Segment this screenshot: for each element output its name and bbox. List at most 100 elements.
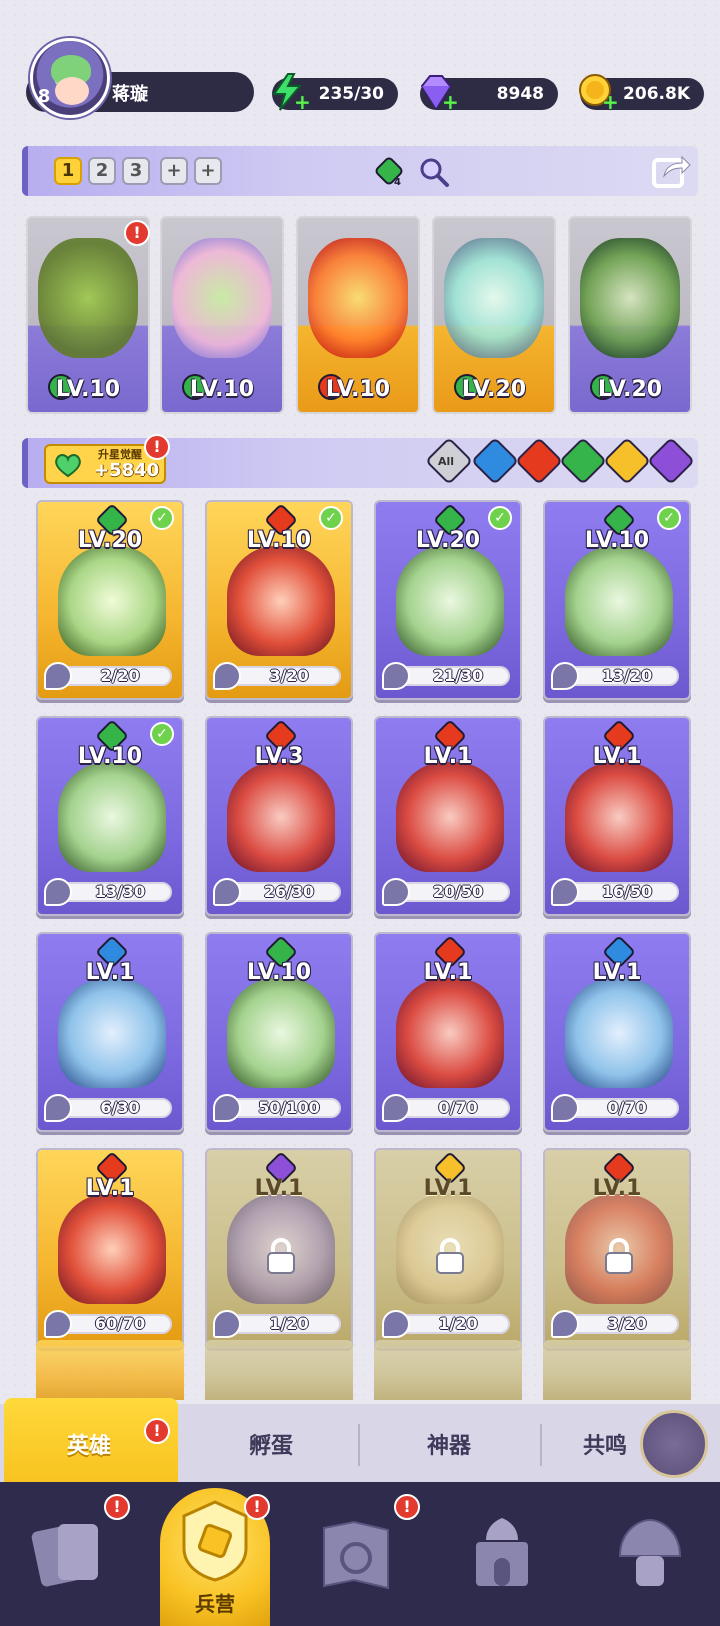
search-icon[interactable] bbox=[418, 156, 450, 188]
hero-shard-progress: 20/50 bbox=[432, 882, 484, 901]
hero-card-partial[interactable] bbox=[36, 1340, 184, 1400]
hero-shard-progress: 21/30 bbox=[432, 666, 484, 685]
hero-level: LV.1 bbox=[254, 1176, 304, 1201]
hero-level: LV.1 bbox=[592, 960, 642, 985]
hero-shard-progress: 13/30 bbox=[94, 882, 146, 901]
hero-portrait bbox=[227, 546, 335, 656]
hero-level: LV.20 bbox=[77, 528, 143, 553]
energy-resource[interactable]: + 235/30 bbox=[272, 73, 398, 114]
add-gold-icon[interactable]: + bbox=[602, 90, 619, 114]
hero-level: LV.1 bbox=[85, 1176, 135, 1201]
hero-portrait bbox=[58, 978, 166, 1088]
hero-card[interactable]: LV.1 0/70 bbox=[374, 932, 522, 1132]
hero-card[interactable]: LV.1 20/50 bbox=[374, 716, 522, 916]
team-slot-2[interactable]: LV.10 bbox=[160, 216, 284, 414]
gem-value: 8948 bbox=[496, 84, 544, 104]
hero-shard-progress: 3/20 bbox=[607, 1314, 647, 1333]
team-slot-level: LV.20 bbox=[461, 377, 527, 402]
floating-assist-button[interactable] bbox=[640, 1410, 708, 1478]
hero-portrait bbox=[565, 546, 673, 656]
team-slot-1[interactable]: LV.10 bbox=[26, 216, 150, 414]
hero-card[interactable]: LV.1 1/20 bbox=[205, 1148, 353, 1348]
castle-icon[interactable] bbox=[462, 1512, 542, 1596]
team-tab-1[interactable]: 1 bbox=[54, 157, 82, 185]
hero-shard-progress: 6/30 bbox=[100, 1098, 140, 1117]
hero-shard-progress: 3/20 bbox=[269, 666, 309, 685]
add-energy-icon[interactable]: + bbox=[294, 90, 311, 114]
team-slot-3[interactable]: LV.10 bbox=[296, 216, 420, 414]
hero-level: LV.1 bbox=[85, 960, 135, 985]
gold-value: 206.8K bbox=[623, 84, 690, 104]
hero-level: LV.1 bbox=[592, 744, 642, 769]
check-icon: ✓ bbox=[657, 506, 681, 530]
hero-card[interactable]: LV.1 16/50 bbox=[543, 716, 691, 916]
lock-icon bbox=[267, 1238, 295, 1274]
hero-portrait bbox=[396, 546, 504, 656]
mushroom-icon[interactable] bbox=[610, 1512, 690, 1596]
team-tab-3[interactable]: 3 bbox=[122, 157, 150, 185]
hero-portrait bbox=[227, 762, 335, 872]
hero-card[interactable]: ✓ LV.20 21/30 bbox=[374, 500, 522, 700]
hero-card[interactable]: LV.1 60/70 bbox=[36, 1148, 184, 1348]
hero-card-partial[interactable] bbox=[205, 1340, 353, 1400]
add-gems-icon[interactable]: + bbox=[442, 90, 459, 114]
team-gem-icon[interactable]: 4 bbox=[372, 154, 406, 188]
hero-card[interactable]: LV.1 3/20 bbox=[543, 1148, 691, 1348]
tab-hatch[interactable]: 孵蛋 bbox=[196, 1428, 346, 1460]
map-book-icon[interactable] bbox=[316, 1512, 396, 1596]
hero-shard-progress: 60/70 bbox=[94, 1314, 146, 1333]
team-tab-2[interactable]: 2 bbox=[88, 157, 116, 185]
team-slot-level: LV.10 bbox=[325, 377, 391, 402]
hero-card[interactable]: ✓ LV.10 3/20 bbox=[205, 500, 353, 700]
hero-level: LV.10 bbox=[77, 744, 143, 769]
team-tab-add-2[interactable]: + bbox=[194, 157, 222, 185]
hero-shard-progress: 26/30 bbox=[263, 882, 315, 901]
hero-portrait bbox=[58, 1194, 166, 1304]
hero-card[interactable]: LV.3 26/30 bbox=[205, 716, 353, 916]
hero-level: LV.3 bbox=[254, 744, 304, 769]
hero-portrait bbox=[58, 546, 166, 656]
player-level: 8 bbox=[37, 86, 51, 107]
tab-artifact[interactable]: 神器 bbox=[374, 1428, 524, 1460]
hero-card[interactable]: LV.1 0/70 bbox=[543, 932, 691, 1132]
hero-card-partial[interactable] bbox=[543, 1340, 691, 1400]
heart-icon bbox=[55, 454, 81, 478]
alert-icon: ! bbox=[394, 1494, 420, 1520]
check-icon: ✓ bbox=[150, 722, 174, 746]
alert-icon: ! bbox=[104, 1494, 130, 1520]
cards-icon[interactable] bbox=[30, 1512, 110, 1596]
tab-divider bbox=[358, 1424, 360, 1466]
hero-level: LV.1 bbox=[423, 1176, 473, 1201]
hero-portrait bbox=[396, 978, 504, 1088]
hero-level: LV.20 bbox=[415, 528, 481, 553]
hero-shard-progress: 0/70 bbox=[438, 1098, 478, 1117]
hero-portrait bbox=[58, 762, 166, 872]
hero-card-partial[interactable] bbox=[374, 1340, 522, 1400]
hero-card[interactable]: ✓ LV.20 2/20 bbox=[36, 500, 184, 700]
nav-barracks-label: 兵营 bbox=[195, 1592, 235, 1616]
hero-card[interactable]: ✓ LV.10 13/20 bbox=[543, 500, 691, 700]
hero-portrait bbox=[565, 978, 673, 1088]
gem-resource[interactable]: + 8948 bbox=[420, 75, 558, 114]
hero-card[interactable]: LV.1 1/20 bbox=[374, 1148, 522, 1348]
hero-shard-progress: 0/70 bbox=[607, 1098, 647, 1117]
hero-card[interactable]: LV.10 50/100 bbox=[205, 932, 353, 1132]
team-tab-add-1[interactable]: + bbox=[160, 157, 188, 185]
hero-card[interactable]: ✓ LV.10 13/30 bbox=[36, 716, 184, 916]
alert-icon: ! bbox=[144, 434, 170, 460]
hero-card[interactable]: LV.1 6/30 bbox=[36, 932, 184, 1132]
lock-icon bbox=[436, 1238, 464, 1274]
team-slot-4[interactable]: LV.20 bbox=[432, 216, 556, 414]
hero-portrait bbox=[565, 762, 673, 872]
share-icon[interactable] bbox=[650, 150, 692, 192]
alert-icon: ! bbox=[124, 220, 150, 246]
check-icon: ✓ bbox=[150, 506, 174, 530]
hero-portrait bbox=[227, 978, 335, 1088]
hero-level: LV.1 bbox=[423, 960, 473, 985]
upstar-value: +5840 bbox=[94, 460, 160, 481]
gold-resource[interactable]: + 206.8K bbox=[579, 74, 704, 114]
tab-resonance[interactable]: 共鸣 bbox=[560, 1428, 650, 1460]
hero-shard-progress: 1/20 bbox=[269, 1314, 309, 1333]
barracks-icon bbox=[182, 1500, 248, 1582]
team-slot-5[interactable]: LV.20 bbox=[568, 216, 692, 414]
